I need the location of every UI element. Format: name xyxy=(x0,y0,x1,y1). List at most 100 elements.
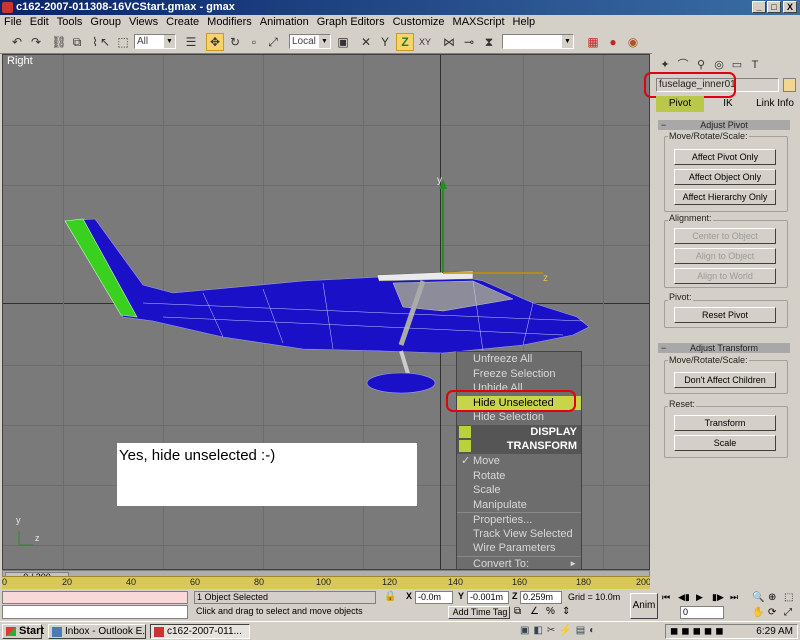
restrict-y-icon[interactable]: Y xyxy=(376,33,394,51)
animate-button[interactable]: Anim xyxy=(630,593,658,619)
menu-item-manipulate[interactable]: Manipulate xyxy=(457,498,581,513)
rollout-adjust-transform[interactable]: − Adjust Transform xyxy=(658,343,790,353)
taskbar-item-gmax[interactable]: c162-2007-011... xyxy=(150,624,250,639)
menu-edit[interactable]: Edit xyxy=(26,15,53,30)
create-tab-icon[interactable]: ✦ xyxy=(656,57,674,73)
align-to-world-button[interactable]: Align to World xyxy=(674,268,776,284)
utilities-tab-icon[interactable]: T xyxy=(746,57,764,73)
motion-tab-icon[interactable]: ◎ xyxy=(710,57,728,73)
affect-object-only-button[interactable]: Affect Object Only xyxy=(674,169,776,185)
menu-modifiers[interactable]: Modifiers xyxy=(203,15,256,30)
taskbar-item-outlook[interactable]: Inbox - Outlook E... xyxy=(48,624,146,639)
align-icon[interactable]: ⊸ xyxy=(460,33,478,51)
reset-transform-button[interactable]: Transform xyxy=(674,415,776,431)
unlink-icon[interactable]: ⧉ xyxy=(68,33,86,51)
dont-affect-children-button[interactable]: Don't Affect Children xyxy=(674,372,776,388)
restrict-x-icon[interactable]: ✕ xyxy=(357,33,375,51)
x-coordinate-field[interactable]: -0.0m xyxy=(415,591,453,604)
pivot-center-icon[interactable]: ▣ xyxy=(334,33,352,51)
snap-toggle-icon[interactable]: ⧉ xyxy=(514,606,521,617)
close-button[interactable]: X xyxy=(783,1,797,13)
menu-item-rotate[interactable]: Rotate xyxy=(457,469,581,484)
maximize-button[interactable]: □ xyxy=(767,1,781,13)
go-to-start-icon[interactable]: ⏮ xyxy=(662,592,670,603)
menu-maxscript[interactable]: MAXScript xyxy=(449,15,509,30)
z-coordinate-field[interactable]: 0.259m xyxy=(520,591,562,604)
menu-create[interactable]: Create xyxy=(162,15,203,30)
zoom-extents-icon[interactable]: ⬚ xyxy=(784,592,793,603)
add-time-tag-button[interactable]: Add Time Tag xyxy=(448,606,510,619)
redo-icon[interactable]: ↷ xyxy=(27,33,45,51)
maximize-viewport-icon[interactable]: ⤢ xyxy=(784,607,792,618)
reset-pivot-button[interactable]: Reset Pivot xyxy=(674,307,776,323)
quick-render-icon[interactable]: ◉ xyxy=(624,33,642,51)
go-to-end-icon[interactable]: ⏭ xyxy=(730,592,738,603)
menu-item-track-view-selected[interactable]: Track View Selected xyxy=(457,527,581,542)
scale-icon[interactable]: ▫ xyxy=(245,33,263,51)
start-button[interactable]: Start xyxy=(2,624,44,639)
rollout-adjust-pivot[interactable]: − Adjust Pivot xyxy=(658,120,790,130)
lock-selection-icon[interactable]: 🔒 xyxy=(384,591,396,602)
undo-icon[interactable]: ↶ xyxy=(8,33,26,51)
maxscript-output[interactable] xyxy=(2,605,188,619)
current-frame-field[interactable]: 0 xyxy=(680,606,724,619)
menu-item-freeze-selection[interactable]: Freeze Selection xyxy=(457,367,581,382)
menu-group[interactable]: Group xyxy=(86,15,125,30)
affect-pivot-only-button[interactable]: Affect Pivot Only xyxy=(674,149,776,165)
named-selection-dropdown[interactable]: ▼ xyxy=(502,34,574,49)
modify-tab-icon[interactable]: ⌒ xyxy=(674,57,692,73)
menu-graph-editors[interactable]: Graph Editors xyxy=(313,15,389,30)
menu-item-scale[interactable]: Scale xyxy=(457,483,581,498)
region-select-icon[interactable]: ⬚ xyxy=(114,33,132,51)
move-icon[interactable]: ✥ xyxy=(206,33,224,51)
subtab-link-info[interactable]: Link Info xyxy=(752,96,798,112)
menu-item-move[interactable]: ✓ Move xyxy=(457,454,581,469)
menu-item-wire-parameters[interactable]: Wire Parameters xyxy=(457,541,581,556)
menu-item-unfreeze-all[interactable]: Unfreeze All xyxy=(457,352,581,367)
render-icon[interactable]: ● xyxy=(604,33,622,51)
select-by-name-icon[interactable]: ☰ xyxy=(182,33,200,51)
subtab-ik[interactable]: IK xyxy=(704,96,752,112)
align-to-object-button[interactable]: Align to Object xyxy=(674,248,776,264)
subtab-pivot[interactable]: Pivot xyxy=(656,96,704,112)
quick-launch-icons[interactable]: ▣◧✂⚡▤◐ xyxy=(520,625,599,636)
affect-hierarchy-only-button[interactable]: Affect Hierarchy Only xyxy=(674,189,776,205)
reference-coord-dropdown[interactable]: Local ▼ xyxy=(289,34,331,49)
minimize-button[interactable]: _ xyxy=(752,1,766,13)
menu-help[interactable]: Help xyxy=(509,15,540,30)
rotate-icon[interactable]: ↻ xyxy=(226,33,244,51)
select-object-icon[interactable]: ↖ xyxy=(96,33,114,51)
object-color-swatch[interactable] xyxy=(783,78,796,92)
hierarchy-tab-icon[interactable]: ⚲ xyxy=(692,57,710,73)
menu-item-properties[interactable]: Properties... xyxy=(457,512,581,527)
menu-views[interactable]: Views xyxy=(125,15,162,30)
menu-animation[interactable]: Animation xyxy=(256,15,313,30)
spacing-icon[interactable]: ⧗ xyxy=(480,33,498,51)
center-to-object-button[interactable]: Center to Object xyxy=(674,228,776,244)
tray-icons[interactable]: ◼◼◼◼◼ xyxy=(670,625,727,638)
selection-filter-dropdown[interactable]: All ▼ xyxy=(134,34,176,49)
restrict-z-icon[interactable]: Z xyxy=(396,33,414,51)
material-editor-icon[interactable]: ▦ xyxy=(584,33,602,51)
mirror-icon[interactable]: ⋈ xyxy=(440,33,458,51)
percent-snap-icon[interactable]: % xyxy=(546,606,555,617)
arc-rotate-icon[interactable]: ⟳ xyxy=(768,607,776,618)
track-bar-ruler[interactable]: 0 20 40 60 80 100 120 140 160 180 200 xyxy=(2,576,650,589)
zoom-icon[interactable]: 🔍 xyxy=(752,592,764,603)
menu-file[interactable]: File xyxy=(0,15,26,30)
select-manipulate-icon[interactable]: ⤢ xyxy=(264,33,282,51)
previous-frame-icon[interactable]: ◀▮ xyxy=(678,592,690,603)
viewport-right[interactable]: Right y z y z Yes, hide unselected :-) U… xyxy=(2,54,650,570)
menu-item-hide-selection[interactable]: Hide Selection xyxy=(457,410,581,425)
reset-scale-button[interactable]: Scale xyxy=(674,435,776,451)
fuselage[interactable] xyxy=(64,218,590,354)
menu-tools[interactable]: Tools xyxy=(53,15,87,30)
restrict-xy-plane-icon[interactable]: XY xyxy=(416,33,434,51)
pan-icon[interactable]: ✋ xyxy=(752,607,764,618)
spinner-snap-icon[interactable]: ⇕ xyxy=(562,606,570,617)
maxscript-listener-input[interactable] xyxy=(2,591,188,604)
zoom-all-icon[interactable]: ⊕ xyxy=(768,592,776,603)
select-link-icon[interactable]: ⛓ xyxy=(50,33,68,51)
display-tab-icon[interactable]: ▭ xyxy=(728,57,746,73)
play-icon[interactable]: ▶ xyxy=(696,592,703,603)
